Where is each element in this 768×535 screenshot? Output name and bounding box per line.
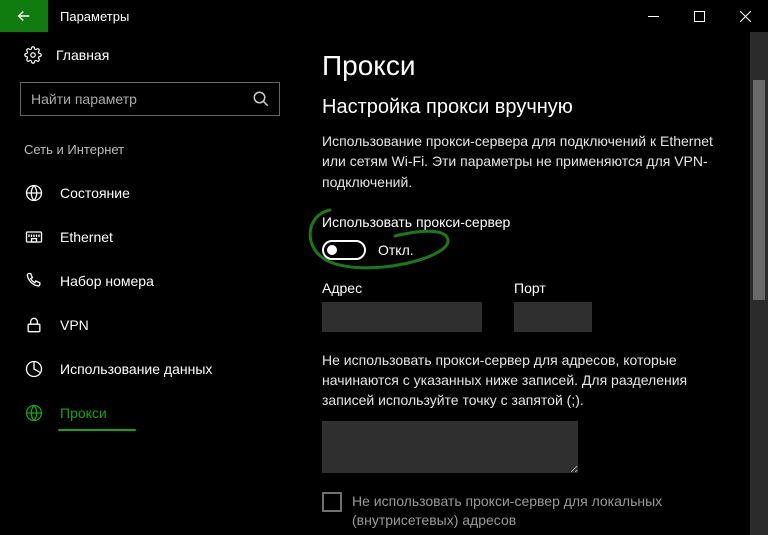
nav-label: VPN (60, 317, 89, 333)
titlebar: Параметры (0, 0, 768, 32)
ethernet-icon (24, 227, 44, 247)
page-title: Прокси (322, 50, 752, 82)
maximize-icon (694, 11, 705, 22)
scroll-thumb[interactable] (753, 80, 765, 300)
nav-label: Использование данных (60, 361, 212, 377)
back-button[interactable] (0, 0, 48, 32)
search-input[interactable] (20, 82, 280, 116)
arrow-left-icon (15, 7, 33, 25)
home-link[interactable]: Главная (20, 46, 280, 64)
nav-item-datausage[interactable]: Использование данных (20, 347, 280, 391)
address-field: Адрес (322, 280, 482, 332)
section-description: Использование прокси-сервера для подключ… (322, 131, 732, 192)
sidebar: Главная Сеть и Интернет Состояние Ethern… (0, 32, 300, 535)
window-controls (630, 0, 768, 32)
close-icon (740, 11, 751, 22)
section-label: Сеть и Интернет (20, 142, 280, 157)
close-button[interactable] (722, 0, 768, 32)
section-title: Настройка прокси вручную (322, 96, 752, 119)
minimize-icon (648, 11, 659, 22)
window-title: Параметры (60, 9, 129, 24)
address-label: Адрес (322, 280, 482, 296)
proxy-icon (24, 403, 44, 423)
search-icon (252, 90, 270, 108)
nav-label: Ethernet (60, 229, 113, 245)
port-label: Порт (514, 280, 592, 296)
dialup-icon (24, 271, 44, 291)
active-underline (58, 429, 136, 431)
status-icon (24, 183, 44, 203)
toggle-knob (327, 245, 337, 255)
address-input[interactable] (322, 302, 482, 332)
local-bypass-label: Не использовать прокси-сервер для локаль… (352, 492, 712, 530)
gear-icon (24, 46, 42, 64)
main-content: Прокси Настройка прокси вручную Использо… (300, 32, 768, 535)
use-proxy-toggle[interactable] (322, 240, 366, 260)
nav-label: Набор номера (60, 273, 154, 289)
nav-label: Прокси (60, 405, 107, 421)
exclusions-description: Не использовать прокси-сервер для адресо… (322, 350, 732, 411)
nav-item-status[interactable]: Состояние (20, 171, 280, 215)
search-wrap (20, 82, 280, 116)
nav-item-ethernet[interactable]: Ethernet (20, 215, 280, 259)
maximize-button[interactable] (676, 0, 722, 32)
nav-list: Состояние Ethernet Набор номера VPN Испо… (20, 171, 280, 435)
port-field: Порт (514, 280, 592, 332)
minimize-button[interactable] (630, 0, 676, 32)
toggle-label: Использовать прокси-сервер (322, 214, 752, 230)
nav-item-vpn[interactable]: VPN (20, 303, 280, 347)
local-bypass-checkbox[interactable] (322, 492, 342, 512)
vpn-icon (24, 315, 44, 335)
nav-item-dialup[interactable]: Набор номера (20, 259, 280, 303)
exclusions-input[interactable] (322, 421, 578, 473)
datausage-icon (24, 359, 44, 379)
nav-label: Состояние (60, 185, 130, 201)
port-input[interactable] (514, 302, 592, 332)
home-label: Главная (56, 47, 109, 63)
toggle-state: Откл. (378, 242, 414, 258)
scrollbar[interactable] (750, 32, 768, 535)
